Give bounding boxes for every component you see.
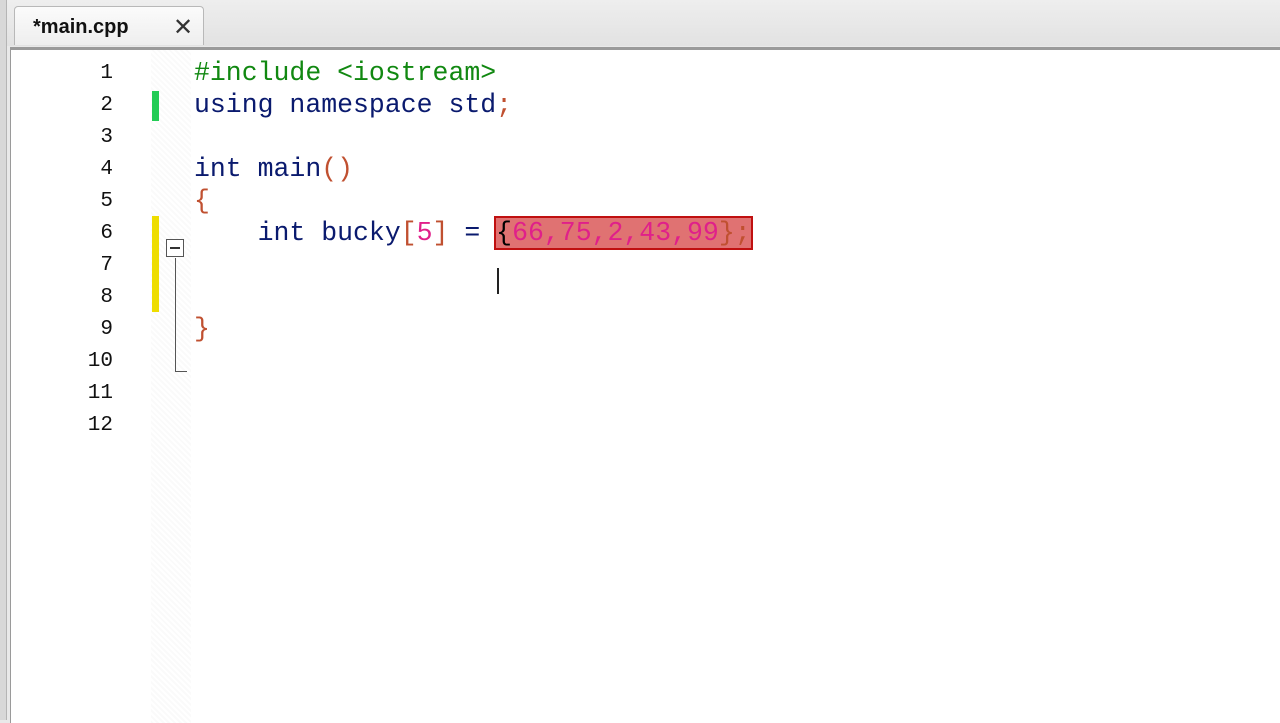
code-token: int main xyxy=(194,154,322,184)
code-editor[interactable]: 1 #include <iostream> 2 using namespace std… xyxy=(10,47,1280,723)
line-number: 3 xyxy=(100,126,113,149)
code-token: [ xyxy=(400,218,417,248)
code-line[interactable]: 5{ xyxy=(11,184,1271,216)
change-marker xyxy=(152,248,159,280)
window-edge xyxy=(0,0,7,720)
code-line[interactable]: 2 using namespace std; xyxy=(11,88,1271,121)
code-token: 66,75,2,43,99 xyxy=(512,218,719,248)
code-text: int main() xyxy=(194,154,353,184)
code-token: int bucky xyxy=(194,218,401,248)
line-number: 5 xyxy=(100,190,113,213)
code-token: 5 xyxy=(416,218,433,248)
code-text: { xyxy=(194,186,210,216)
line-number: 12 xyxy=(87,414,113,437)
line-number: 8 xyxy=(100,286,113,309)
text-selection: {66,75,2,43,99}; xyxy=(494,216,753,250)
code-line[interactable]: 8 xyxy=(11,280,1271,312)
tab-main-cpp[interactable]: *main.cpp ✕ xyxy=(14,6,204,45)
close-icon[interactable]: ✕ xyxy=(173,13,193,42)
line-number: 10 xyxy=(87,350,113,373)
code-token: () xyxy=(321,154,354,184)
line-number: 2 xyxy=(100,94,113,117)
line-number: 1 xyxy=(100,62,113,85)
line-number: 9 xyxy=(100,318,113,341)
code-line[interactable]: 12 xyxy=(11,408,1271,440)
code-text: int bucky[5] = {66,75,2,43,99}; xyxy=(194,216,753,250)
code-line[interactable]: 10 xyxy=(11,344,1271,376)
code-line[interactable]: 9} xyxy=(11,312,1271,344)
code-text: using namespace std; xyxy=(194,90,512,120)
text-cursor-icon xyxy=(497,268,499,294)
code-line[interactable]: 1 #include <iostream> xyxy=(11,56,1271,88)
code-text: #include <iostream> xyxy=(194,58,496,88)
code-token: ] xyxy=(432,218,449,248)
code-text: } xyxy=(194,314,210,344)
code-token: { xyxy=(194,186,210,216)
line-number: 7 xyxy=(100,254,113,277)
change-marker xyxy=(152,91,159,121)
code-token: #include <iostream> xyxy=(194,58,497,88)
code-token: using namespace std xyxy=(194,90,497,120)
code-token: ; xyxy=(496,90,513,120)
line-number: 4 xyxy=(100,158,113,181)
change-marker xyxy=(152,216,159,248)
code-line[interactable]: 6 int bucky[5] = {66,75,2,43,99}; xyxy=(11,216,1271,250)
tab-label: *main.cpp xyxy=(33,16,129,38)
code-line[interactable]: 7 xyxy=(11,248,1271,280)
line-number: 11 xyxy=(87,382,113,405)
code-line[interactable]: 4 int main() xyxy=(11,152,1271,184)
code-line[interactable]: 11 xyxy=(11,376,1271,408)
change-marker xyxy=(152,280,159,312)
code-token: { xyxy=(496,218,513,248)
line-number: 6 xyxy=(100,222,113,245)
code-token: = xyxy=(448,218,497,248)
code-token: }; xyxy=(718,218,751,248)
code-token: } xyxy=(194,314,210,344)
tab-bar: *main.cpp ✕ xyxy=(0,0,1280,46)
code-line[interactable]: 3 xyxy=(11,120,1271,152)
